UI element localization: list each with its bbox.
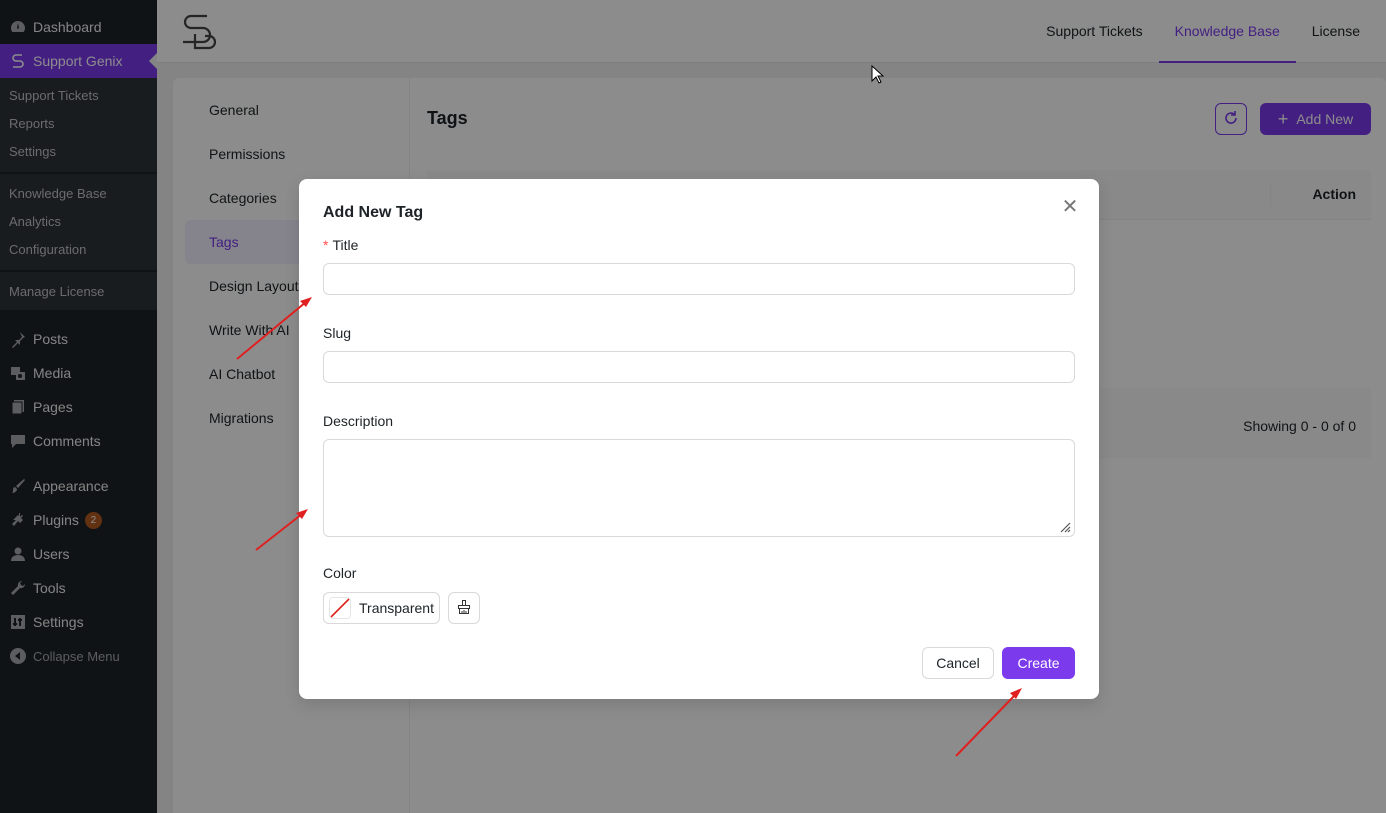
required-marker: * xyxy=(323,237,329,253)
brush-clear-icon xyxy=(456,599,472,618)
annotation-arrow-title xyxy=(236,297,312,360)
transparent-swatch-icon xyxy=(329,597,351,619)
description-label: Description xyxy=(323,413,394,429)
annotation-arrow-create xyxy=(955,688,1022,757)
clear-color-button[interactable] xyxy=(448,592,480,624)
modal-title: Add New Tag xyxy=(323,204,424,221)
annotation-arrow-description xyxy=(255,509,308,551)
slug-input[interactable] xyxy=(323,351,1075,383)
cancel-button[interactable]: Cancel xyxy=(922,647,994,679)
title-label: * Title xyxy=(323,237,358,253)
slug-label: Slug xyxy=(323,325,352,341)
title-input[interactable] xyxy=(323,263,1075,295)
create-button[interactable]: Create xyxy=(1002,647,1075,679)
title-label-text: Title xyxy=(332,237,359,253)
add-tag-modal: Add New Tag ✕ * Title Slug Description Co… xyxy=(299,179,1099,699)
close-icon[interactable]: ✕ xyxy=(1061,197,1079,217)
color-picker[interactable]: Transparent xyxy=(323,592,440,624)
mouse-cursor-icon xyxy=(871,65,885,84)
color-value: Transparent xyxy=(359,600,434,616)
color-label: Color xyxy=(323,565,357,581)
resize-handle-icon[interactable] xyxy=(1057,519,1071,533)
description-textarea[interactable] xyxy=(323,439,1075,537)
